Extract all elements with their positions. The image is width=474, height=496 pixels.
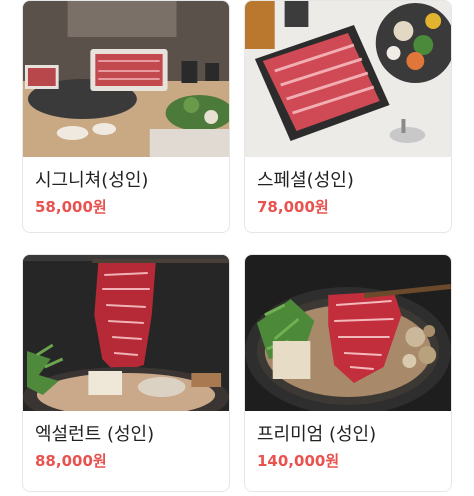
product-card-special[interactable]: 스페셜(성인) 78,000원 — [244, 0, 452, 233]
product-name: 엑설런트 (성인) — [35, 424, 155, 445]
premium-sukiyaki-photo — [245, 255, 451, 411]
product-name: 시그니쳐(성인) — [35, 170, 149, 191]
product-price: 88,000원 — [35, 452, 107, 470]
product-card-premium[interactable]: 프리미엄 (성인) 140,000원 — [244, 254, 452, 492]
signature-shabu-set-photo — [23, 1, 229, 157]
product-price: 140,000원 — [257, 452, 340, 470]
product-card-excellent[interactable]: 엑설런트 (성인) 88,000원 — [22, 254, 230, 492]
product-name: 프리미엄 (성인) — [257, 424, 377, 445]
special-beef-platter-photo — [245, 1, 451, 157]
product-price: 58,000원 — [35, 198, 107, 216]
excellent-marbled-beef-photo — [23, 255, 229, 411]
product-image — [23, 1, 229, 157]
product-image — [245, 1, 451, 157]
product-name: 스페셜(성인) — [257, 170, 354, 191]
product-price: 78,000원 — [257, 198, 329, 216]
product-card-signature[interactable]: 시그니쳐(성인) 58,000원 — [22, 0, 230, 233]
product-image — [245, 255, 451, 411]
product-image — [23, 255, 229, 411]
